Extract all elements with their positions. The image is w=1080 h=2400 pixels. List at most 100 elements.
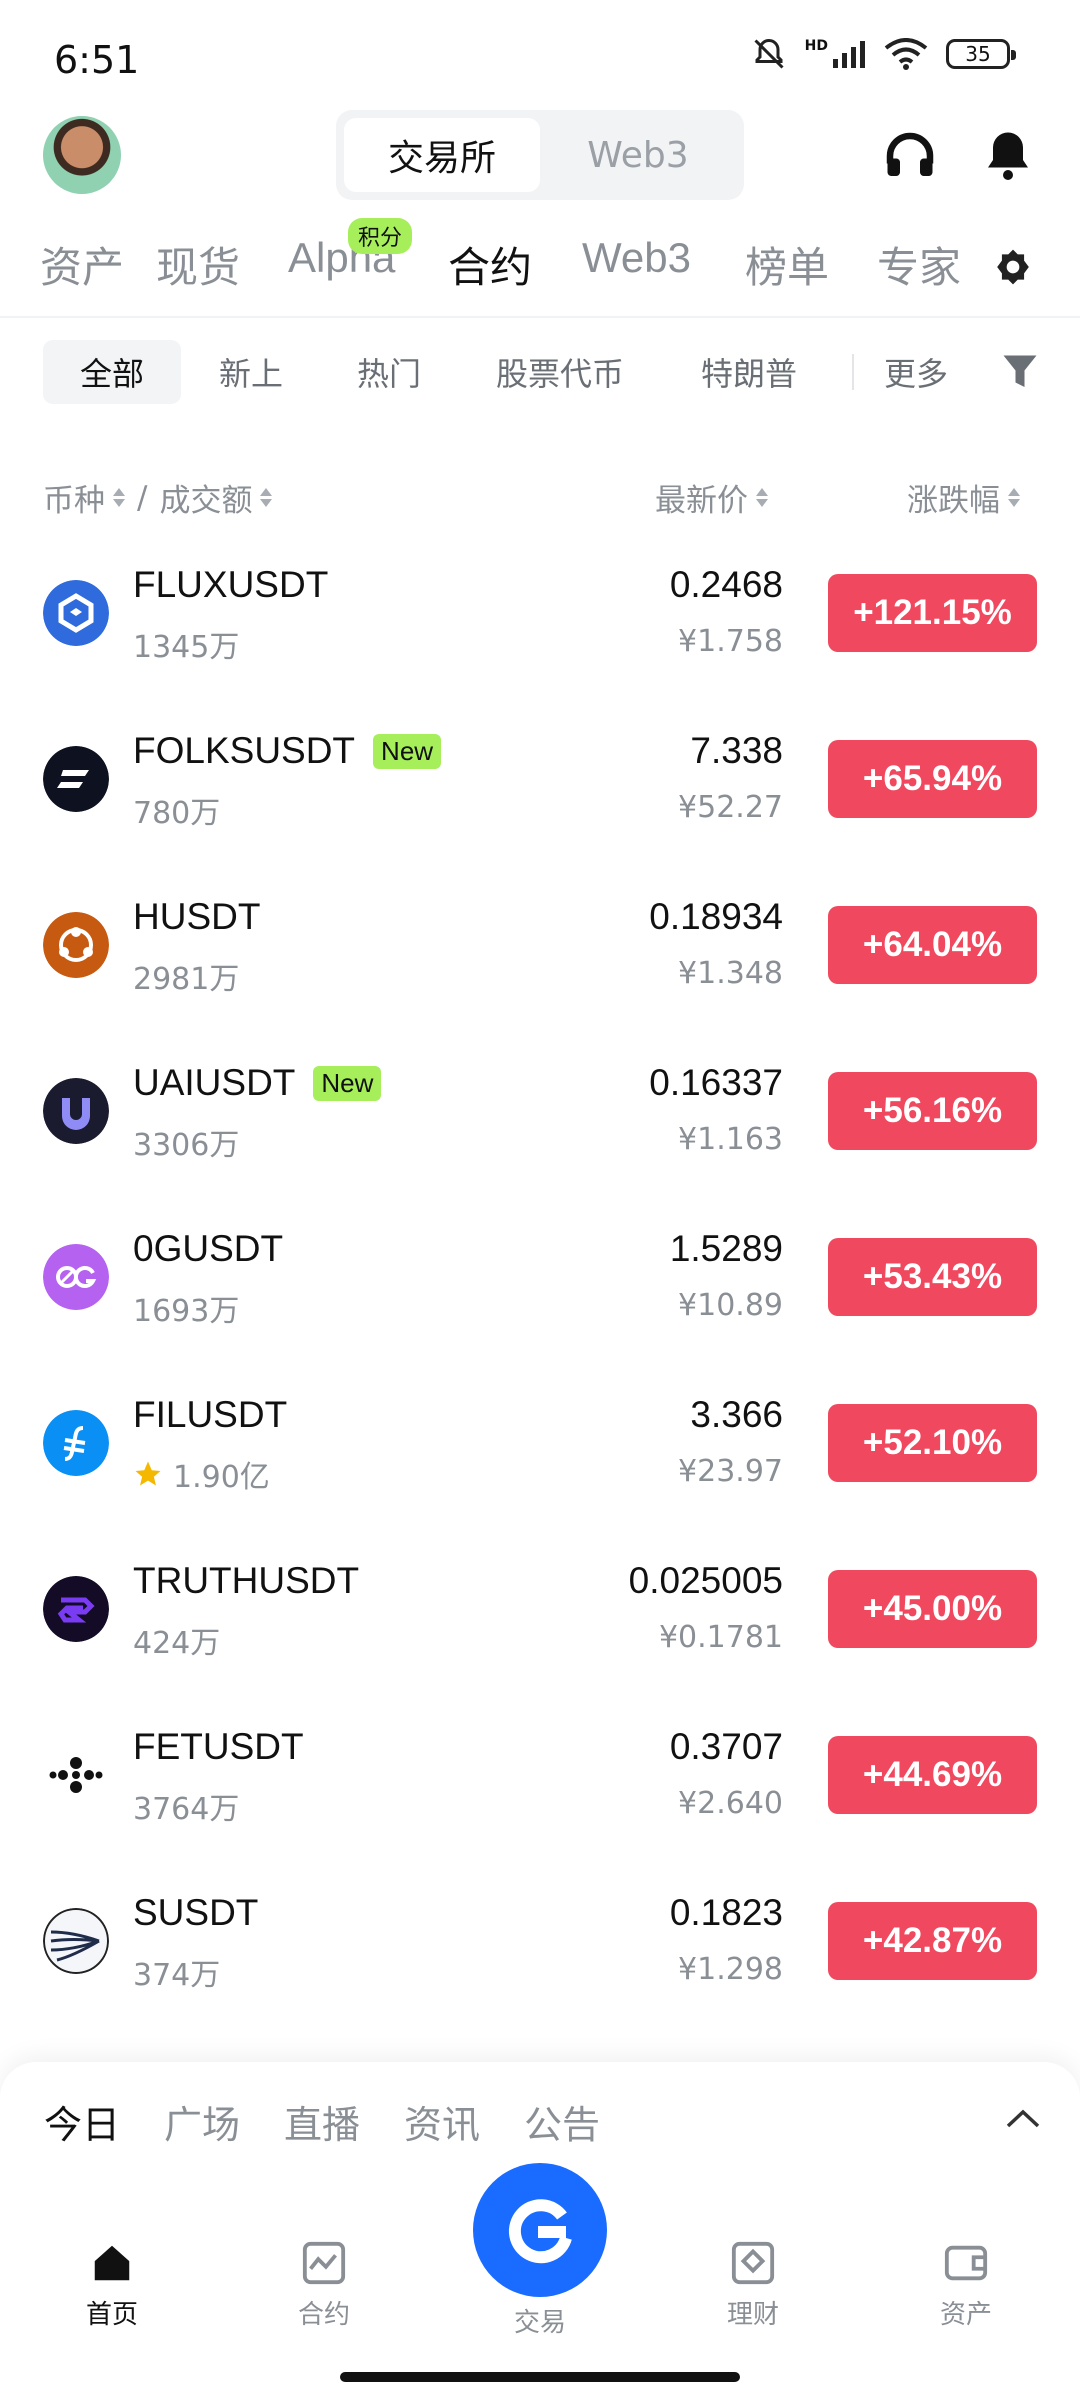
status-icons: HD 35 — [751, 36, 1016, 72]
s-logo-icon — [43, 1908, 109, 1974]
pair-symbol-text: FETUSDT — [133, 1726, 304, 1767]
filter-hot[interactable]: 热门 — [334, 340, 444, 404]
nav-assets[interactable]: 资产 — [906, 2240, 1026, 2331]
status-time: 6:51 — [54, 38, 140, 82]
change-badge: +121.15% — [828, 574, 1037, 652]
divider — [0, 316, 1080, 318]
price-cny: ¥10.89 — [678, 1288, 783, 1323]
last-price: 0.025005 — [628, 1560, 783, 1601]
last-price: 3.366 — [690, 1394, 783, 1435]
pair-symbol: HUSDT — [133, 896, 260, 938]
home-indicator[interactable] — [340, 2372, 740, 2382]
column-label-volume: 成交额 — [159, 483, 253, 519]
wifi-icon — [884, 38, 928, 70]
filter-all[interactable]: 全部 — [43, 340, 181, 404]
column-label-pair: 币种 — [43, 483, 105, 519]
h-logo-icon — [43, 912, 109, 978]
gear-icon[interactable] — [994, 248, 1032, 286]
last-price: 0.18934 — [649, 896, 783, 937]
news-tab-today[interactable]: 今日 — [44, 2094, 120, 2149]
tab-experts[interactable]: 专家 — [877, 234, 961, 295]
table-row[interactable]: FETUSDT 3764万 0.3707 ¥2.640 +44.69% — [0, 1704, 1080, 1870]
table-row[interactable]: FLUXUSDT 1345万 0.2468 ¥1.758 +121.15% — [0, 542, 1080, 708]
battery-icon: 35 — [946, 39, 1016, 69]
change-badge: +52.10% — [828, 1404, 1037, 1482]
filter-stock-tokens[interactable]: 股票代币 — [480, 340, 640, 404]
trade-button[interactable] — [473, 2163, 607, 2297]
tab-futures[interactable]: 合约 — [448, 234, 532, 295]
pair-volume: 1.90亿 — [133, 1452, 270, 1496]
divider — [852, 354, 854, 390]
tab-rankings[interactable]: 榜单 — [745, 234, 829, 295]
last-price: 7.338 — [690, 730, 783, 771]
pair-symbol-text: HUSDT — [133, 896, 261, 937]
table-row[interactable]: FILUSDT 1.90亿 3.366 ¥23.97 +52.10% — [0, 1372, 1080, 1538]
tab-spot[interactable]: 现货 — [156, 234, 240, 295]
column-header-price[interactable]: 最新价 — [655, 475, 768, 520]
news-tab-news[interactable]: 资讯 — [404, 2094, 480, 2149]
nav-home[interactable]: 首页 — [52, 2240, 172, 2331]
column-header-change[interactable]: 涨跌幅 — [907, 475, 1020, 520]
pair-volume: 2981万 — [133, 962, 240, 997]
change-badge: +42.87% — [828, 1902, 1037, 1980]
pair-symbol-text: FOLKSUSDT — [133, 730, 356, 771]
uai-logo-icon — [43, 1078, 109, 1144]
alpha-points-badge: 积分 — [348, 218, 413, 254]
filter-more[interactable]: 更多 — [866, 340, 966, 404]
headset-icon[interactable] — [880, 126, 940, 186]
pair-volume: 3764万 — [133, 1792, 240, 1827]
filter-icon[interactable] — [1002, 352, 1038, 392]
signal-icon — [833, 41, 865, 68]
nav-earn[interactable]: 理财 — [693, 2240, 813, 2331]
flux-logo-icon — [43, 580, 109, 646]
price-cny: ¥2.640 — [678, 1786, 783, 1821]
new-listing-badge: New — [373, 733, 442, 769]
pair-symbol: FETUSDT — [133, 1726, 304, 1768]
pair-volume: 3306万 — [133, 1128, 240, 1163]
column-header-pair[interactable]: 币种 / 成交额 — [43, 475, 273, 520]
nav-assets-label: 资产 — [939, 2300, 992, 2330]
change-badge: +45.00% — [828, 1570, 1037, 1648]
change-badge: +53.43% — [828, 1238, 1037, 1316]
pair-symbol: SUSDT — [133, 1892, 258, 1934]
segment-exchange[interactable]: 交易所 — [344, 118, 540, 192]
0g-logo-icon — [43, 1244, 109, 1310]
filter-new[interactable]: 新上 — [196, 340, 306, 404]
price-cny: ¥1.298 — [678, 1952, 783, 1987]
news-tab-announcements[interactable]: 公告 — [524, 2094, 600, 2149]
trade-logo-icon — [508, 2199, 572, 2264]
earn-icon — [731, 2241, 775, 2285]
nav-futures[interactable]: 合约 — [264, 2240, 384, 2331]
fetch-ai-logo-icon — [43, 1742, 109, 1808]
nav-trade-label: 交易 — [513, 2308, 566, 2338]
table-row[interactable]: TRUTHUSDT 424万 0.025005 ¥0.1781 +45.00% — [0, 1538, 1080, 1704]
segment-web3[interactable]: Web3 — [540, 118, 736, 192]
pair-volume: 1345万 — [133, 630, 240, 665]
price-cny: ¥1.348 — [678, 956, 783, 991]
table-row[interactable]: 0GUSDT 1693万 1.5289 ¥10.89 +53.43% — [0, 1206, 1080, 1372]
tab-assets[interactable]: 资产 — [40, 234, 124, 295]
pair-symbol: FLUXUSDT — [133, 564, 328, 606]
chevron-up-icon[interactable] — [1006, 2108, 1040, 2128]
pair-symbol-text: FILUSDT — [133, 1394, 288, 1435]
pair-symbol: UAIUSDT New — [133, 1062, 382, 1104]
table-row[interactable]: HUSDT 2981万 0.18934 ¥1.348 +64.04% — [0, 874, 1080, 1040]
pair-symbol-text: FLUXUSDT — [133, 564, 329, 605]
filter-trump[interactable]: 特朗普 — [684, 340, 814, 404]
pair-symbol: TRUTHUSDT — [133, 1560, 359, 1602]
tab-web3[interactable]: Web3 — [582, 234, 691, 282]
change-badge: +44.69% — [828, 1736, 1037, 1814]
pair-symbol: FOLKSUSDT New — [133, 730, 442, 772]
bell-icon[interactable] — [978, 124, 1038, 186]
table-row[interactable]: UAIUSDT New 3306万 0.16337 ¥1.163 +56.16% — [0, 1040, 1080, 1206]
news-tab-square[interactable]: 广场 — [164, 2094, 240, 2149]
price-cny: ¥1.758 — [678, 624, 783, 659]
pair-volume: 780万 — [133, 796, 221, 831]
sort-icon — [113, 488, 125, 507]
change-badge: +65.94% — [828, 740, 1037, 818]
table-row[interactable]: FOLKSUSDT New 780万 7.338 ¥52.27 +65.94% — [0, 708, 1080, 874]
table-row[interactable]: SUSDT 374万 0.1823 ¥1.298 +42.87% — [0, 1870, 1080, 2036]
avatar[interactable] — [43, 116, 121, 194]
pair-symbol: 0GUSDT — [133, 1228, 283, 1270]
news-tab-live[interactable]: 直播 — [284, 2094, 360, 2149]
